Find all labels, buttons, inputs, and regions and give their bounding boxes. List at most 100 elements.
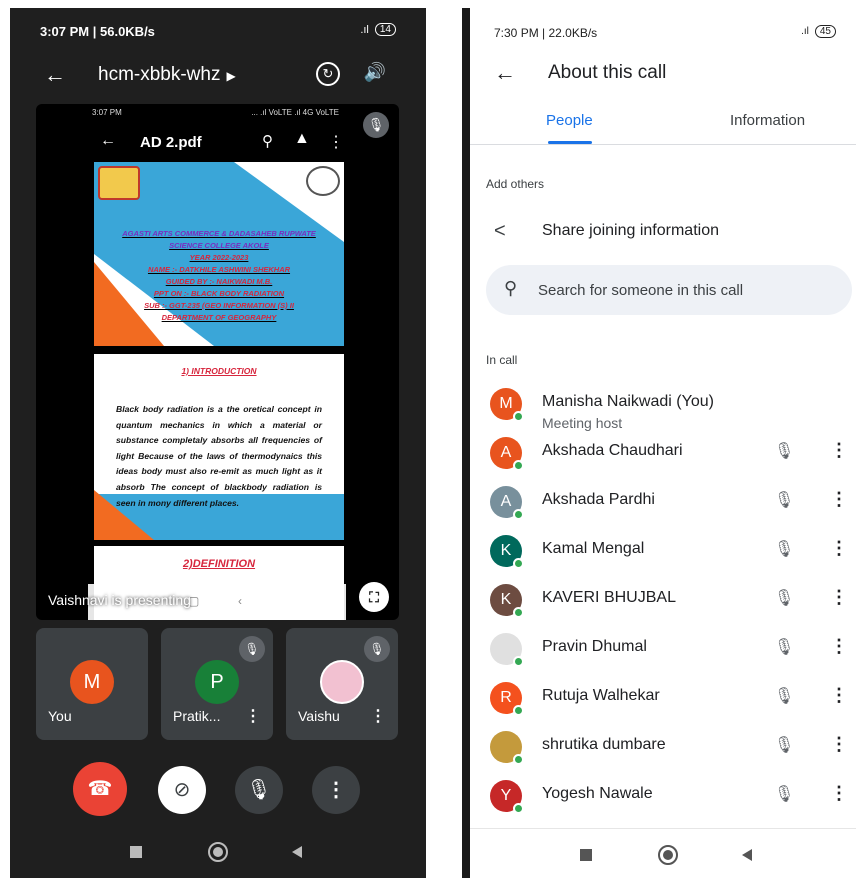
tab-people[interactable]: People <box>546 112 593 129</box>
participant-role: Meeting host <box>542 415 623 431</box>
system-nav-bar <box>10 840 426 864</box>
switch-camera-icon[interactable]: ↻ <box>316 62 340 86</box>
back-icon[interactable] <box>292 846 302 858</box>
participant-name: shrutika dumbare <box>542 736 666 753</box>
college-logo <box>98 166 140 200</box>
slide-line: GUIDED BY :- NAIKWADI M.B. <box>165 277 273 286</box>
mic-off-icon: 🎙 <box>364 636 390 662</box>
in-call-heading: In call <box>486 353 518 367</box>
status-bar-icons: .ıl 45 <box>801 25 836 38</box>
system-nav-bar <box>470 828 856 878</box>
shared-status-time: 3:07 PM <box>92 108 122 117</box>
participant-tile-you[interactable]: M You <box>36 628 148 740</box>
chevron-right-icon: ▶ <box>226 69 236 83</box>
camera-off-button[interactable]: ⊘ <box>158 766 206 814</box>
back-arrow-icon[interactable]: ← <box>44 62 66 88</box>
more-options-icon[interactable]: ⋮ <box>830 685 848 706</box>
fullscreen-button[interactable]: ⛶ <box>359 582 389 612</box>
status-bar-time: 3:07 PM | 56.0KB/s <box>40 24 155 39</box>
shared-more-icon: ⋮ <box>328 134 344 151</box>
slide-heading: 1) INTRODUCTION <box>181 366 257 376</box>
avatar: P <box>195 660 239 704</box>
participant-row[interactable]: Y Yogesh Nawale 🎙 ⋮ <box>470 773 856 822</box>
end-call-button[interactable]: ☎ <box>73 762 127 816</box>
slide-line: YEAR 2022-2023 <box>189 253 249 262</box>
slide-line: NAME :- DATKHILE ASHWINI SHEKHAR <box>147 265 291 274</box>
slide-line: SCIENCE COLLEGE AKOLE <box>169 241 269 250</box>
more-options-icon[interactable]: ⋮ <box>830 587 848 608</box>
mic-off-icon: 🎙 <box>774 688 795 705</box>
presentation-view: 3:07 PM ... .ıl VoLTE .ıl 4G VoLTE ← AD … <box>36 104 399 620</box>
participant-name: Manisha Naikwadi (You) <box>542 393 714 410</box>
share-joining-info-button[interactable]: Share joining information <box>542 222 719 240</box>
avatar: M <box>70 660 114 704</box>
participant-row[interactable]: R Rutuja Walhekar 🎙 ⋮ <box>470 675 856 724</box>
participant-row[interactable]: A Akshada Chaudhari 🎙 ⋮ <box>470 430 856 479</box>
slide-body-text: Black body radiation is a the oretical c… <box>116 404 322 508</box>
more-options-icon[interactable]: ⋮ <box>245 706 261 726</box>
recents-icon[interactable] <box>580 849 592 861</box>
participant-row[interactable]: K KAVERI BHUJBAL 🎙 ⋮ <box>470 577 856 626</box>
slide-line: PPT ON :- BLACK BODY RADIATION <box>153 289 285 298</box>
slide-introduction: 1) INTRODUCTION Black body radiation is … <box>94 354 344 540</box>
participant-name: You <box>48 708 72 724</box>
mic-off-icon: 🎙 <box>774 590 795 607</box>
more-options-icon[interactable]: ⋮ <box>830 538 848 559</box>
more-actions-button[interactable]: ⋮ <box>312 766 360 814</box>
presenter-label: Vaishnavi is presenting <box>48 592 191 608</box>
slide-heading: 2)DEFINITION <box>182 558 256 570</box>
microphone-button[interactable]: 🎙 <box>235 766 283 814</box>
more-options-icon[interactable]: ⋮ <box>830 489 848 510</box>
participant-name: Akshada Pardhi <box>542 491 655 508</box>
participant-name: Akshada Chaudhari <box>542 442 683 459</box>
shared-back-arrow-icon: ← <box>100 132 116 149</box>
signal-icon: .ıl <box>801 26 809 37</box>
participant-name: Kamal Mengal <box>542 540 645 557</box>
recents-icon[interactable] <box>130 846 142 858</box>
home-icon[interactable] <box>658 845 678 865</box>
mic-off-icon: 🎙 <box>774 786 795 803</box>
meet-call-screen: 3:07 PM | 56.0KB/s .ıl 14 ← hcm-xbbk-whz… <box>10 8 426 878</box>
home-icon[interactable] <box>208 842 228 862</box>
search-input[interactable] <box>538 277 828 303</box>
participant-name: Yogesh Nawale <box>542 785 653 802</box>
participant-name: Pratik... <box>173 708 221 724</box>
status-bar-time: 7:30 PM | 22.0KB/s <box>494 26 598 40</box>
participant-row[interactable]: Pravin Dhumal 🎙 ⋮ <box>470 626 856 675</box>
battery-icon: 45 <box>814 25 836 38</box>
slide-title-text: AGASTI ARTS COMMERCE & DADASAHEB RUPWATE… <box>106 228 332 324</box>
page-title: About this call <box>548 62 667 83</box>
back-icon[interactable] <box>742 849 752 861</box>
participant-name: KAVERI BHUJBAL <box>542 589 676 606</box>
participant-row[interactable]: K Kamal Mengal 🎙 ⋮ <box>470 528 856 577</box>
online-status-dot <box>513 754 524 765</box>
presenter-muted-icon: 🎙 <box>363 112 389 138</box>
participant-row[interactable]: shrutika dumbare 🎙 ⋮ <box>470 724 856 773</box>
tab-divider <box>470 144 856 145</box>
participant-search[interactable]: ⚲ <box>486 265 852 315</box>
participant-name: Pravin Dhumal <box>542 638 647 655</box>
mic-off-icon: 🎙 <box>774 443 795 460</box>
participant-row[interactable]: A Akshada Pardhi 🎙 ⋮ <box>470 479 856 528</box>
mic-off-icon: 🎙 <box>239 636 265 662</box>
tab-information[interactable]: Information <box>730 112 805 129</box>
shared-back-icon: ‹ <box>238 594 242 608</box>
more-options-icon[interactable]: ⋮ <box>830 636 848 657</box>
speaker-icon[interactable]: 🔊 <box>364 62 386 83</box>
meeting-code[interactable]: hcm-xbbk-whz ▶ <box>98 64 236 86</box>
mic-off-icon: 🎙 <box>774 639 795 656</box>
share-icon[interactable]: < <box>494 220 506 243</box>
search-icon: ⚲ <box>504 278 518 298</box>
back-arrow-icon[interactable]: ← <box>494 60 516 86</box>
participant-tile-pratik[interactable]: 🎙 P Pratik... ⋮ <box>161 628 273 740</box>
more-options-icon[interactable]: ⋮ <box>830 783 848 804</box>
more-options-icon[interactable]: ⋮ <box>830 734 848 755</box>
screenshot-divider <box>426 0 462 884</box>
call-top-bar: ← hcm-xbbk-whz ▶ ↻ 🔊 <box>10 56 426 96</box>
signal-icon: .ıl <box>360 23 369 36</box>
more-options-icon[interactable]: ⋮ <box>830 440 848 461</box>
online-status-dot <box>513 411 524 422</box>
more-options-icon[interactable]: ⋮ <box>370 706 386 726</box>
participant-tile-vaishu[interactable]: 🎙 Vaishu ⋮ <box>286 628 398 740</box>
participant-row-host[interactable]: M Manisha Naikwadi (You) Meeting host <box>470 381 856 431</box>
